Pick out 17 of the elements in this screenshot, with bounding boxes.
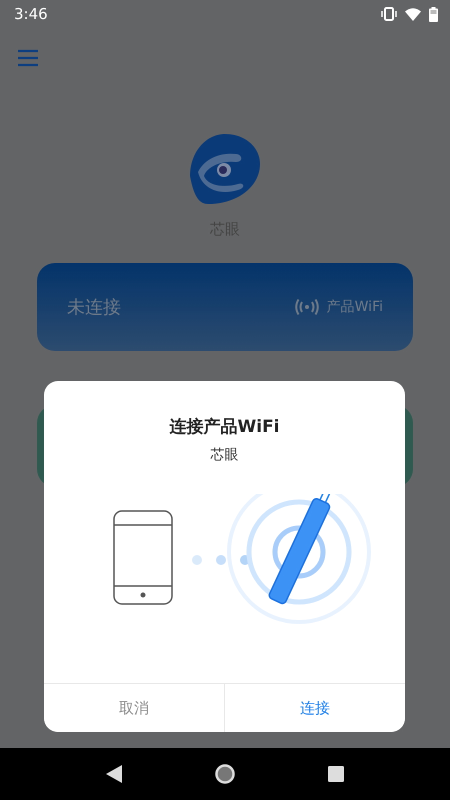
- recents-icon[interactable]: [328, 766, 344, 782]
- back-icon[interactable]: [106, 765, 122, 783]
- status-time: 3:46: [14, 5, 48, 23]
- dots-icon: [192, 554, 250, 564]
- signal-icon: [294, 299, 319, 315]
- battery-icon: [429, 6, 438, 22]
- connect-button[interactable]: 连接: [224, 684, 405, 732]
- phone-icon: [112, 510, 172, 604]
- network-label: 产品WiFi: [326, 298, 383, 316]
- connection-card[interactable]: 未连接 产品WiFi: [37, 263, 413, 351]
- wifi-icon: [405, 8, 421, 20]
- vibrate-icon: [381, 7, 397, 21]
- home-icon[interactable]: [214, 764, 235, 784]
- eye-logo-icon: [188, 132, 262, 206]
- dialog-subtitle: 芯眼: [210, 446, 240, 464]
- dialog-title: 连接产品WiFi: [168, 416, 281, 438]
- connection-status: 未连接: [67, 296, 121, 319]
